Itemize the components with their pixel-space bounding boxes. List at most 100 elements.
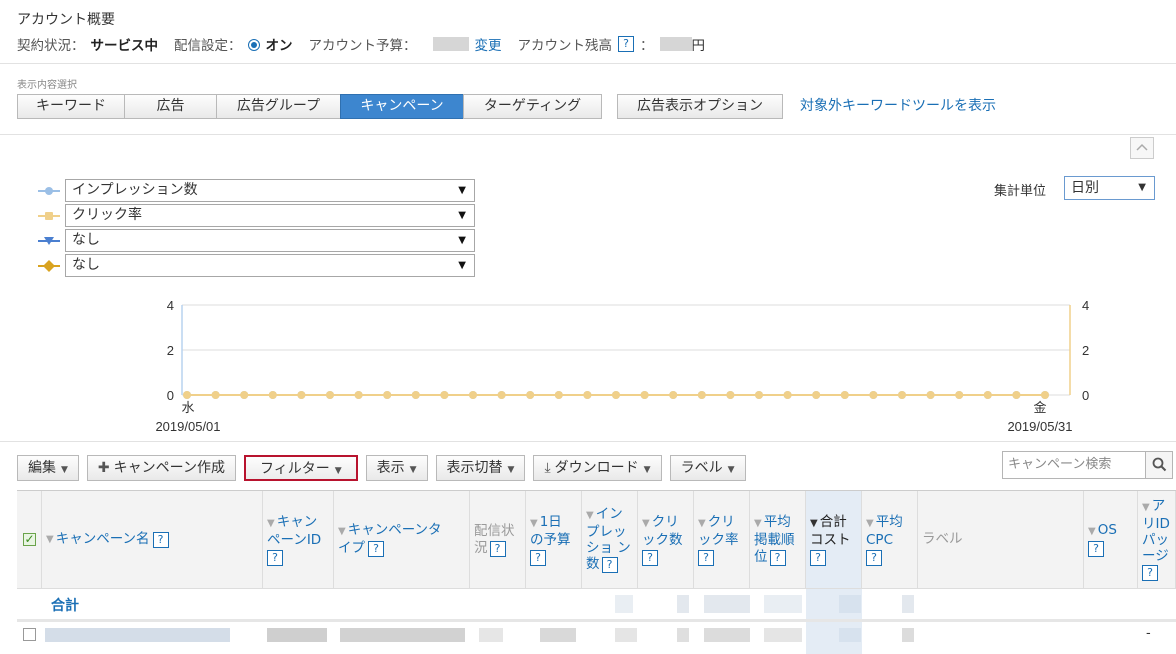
budget-change-link[interactable]: 変更 (475, 34, 502, 54)
col-avg-cpc[interactable]: ▼ 平均 CPC? (862, 491, 918, 588)
caret-down-icon: ▼ (643, 465, 651, 475)
help-icon[interactable]: ? (152, 531, 169, 548)
aggregation-unit-select[interactable]: 日別 ▼ (1064, 176, 1155, 200)
help-icon[interactable]: ? (489, 540, 506, 557)
data-point (697, 391, 706, 399)
caret-down-icon: ▼ (727, 465, 735, 475)
data-point (898, 391, 906, 399)
help-icon[interactable]: ? (769, 549, 786, 566)
metric-select-3[interactable]: なし ▼ (65, 229, 475, 252)
help-icon[interactable]: ? (810, 549, 826, 566)
totals-row: 合計 (17, 588, 1176, 619)
redacted-value (839, 628, 861, 642)
help-icon[interactable]: ? (1088, 541, 1104, 557)
sort-icon: ▼ (1088, 526, 1096, 537)
data-point (983, 391, 992, 399)
divider (0, 134, 1176, 135)
left-axis-tick: 2 (167, 343, 174, 358)
data-point (326, 391, 334, 399)
excluded-keyword-tool-link[interactable]: 対象外キーワードツールを表示 (800, 95, 996, 115)
data-point (840, 391, 849, 399)
redacted-value (902, 595, 914, 613)
tab-ad-options[interactable]: 広告表示オプション (617, 94, 783, 119)
help-icon[interactable]: ? (866, 549, 882, 566)
data-point (869, 391, 878, 399)
search-icon (1152, 457, 1166, 472)
tab-keyword[interactable]: キーワード (17, 94, 125, 119)
col-campaign-name[interactable]: ▼ キャンペーン名? (42, 491, 263, 588)
col-avg-position[interactable]: ▼ 平均 掲載順位? (750, 491, 806, 588)
select-all-header[interactable] (17, 491, 42, 588)
redacted-value (839, 595, 861, 613)
col-total-cost[interactable]: ▼ 合計 コスト? (806, 491, 862, 588)
delivery-on-radio[interactable] (247, 39, 260, 51)
col-clicks[interactable]: ▼ クリ ック数? (638, 491, 694, 588)
metric-select-2[interactable]: クリック率 ▼ (65, 204, 475, 227)
campaign-search-input[interactable]: キャンペーン検索 (1002, 451, 1146, 479)
sort-desc-icon: ▼ (810, 517, 818, 529)
right-axis-tick: 2 (1082, 343, 1089, 358)
display-switch-button[interactable]: 表示切替 ▼ (435, 455, 526, 481)
campaign-table: ▼キャンペーン名? ▼キャンペーンID? ▼キャンペーンタイプ? 配信状況? ▼… (17, 490, 1176, 654)
row-checkbox[interactable] (23, 628, 36, 641)
redacted-campaign-name[interactable] (45, 628, 230, 642)
help-icon[interactable]: ? (601, 557, 618, 573)
col-daily-budget[interactable]: ▼ 1日 の予算? (526, 491, 582, 588)
col-app-id[interactable]: ▼ アリID パッ ージ? (1138, 491, 1176, 588)
help-icon[interactable]: ? (267, 549, 283, 566)
col-campaign-type[interactable]: ▼ キャンペーンタ イプ? (334, 491, 470, 588)
x-end-day: 金 (1033, 400, 1046, 415)
redacted-budget (540, 628, 576, 642)
edit-button[interactable]: 編集 ▼ (17, 455, 79, 481)
collapse-graph-button[interactable] (1130, 137, 1154, 159)
col-ctr[interactable]: ▼ クリ ック率? (694, 491, 750, 588)
redacted-campaign-type (340, 628, 465, 642)
contract-status-label: 契約状況： (17, 38, 85, 54)
account-budget-label: アカウント予算： (308, 38, 417, 54)
data-point (211, 391, 220, 399)
help-icon[interactable]: ? (368, 541, 384, 557)
select-all-checkbox[interactable] (22, 531, 36, 548)
help-icon[interactable]: ? (1142, 565, 1158, 581)
col-campaign-id[interactable]: ▼ キャン ペーンID? (263, 491, 334, 588)
col-impressions[interactable]: ▼ イン プレッ ショ ン数? (582, 491, 638, 588)
filter-button[interactable]: フィルター ▼ (243, 455, 358, 481)
data-point (268, 391, 277, 399)
download-button[interactable]: ⤓ ダウンロード ▼ (533, 455, 662, 481)
sort-icon: ▼ (46, 534, 54, 545)
account-balance-label: アカウント残高 (517, 38, 613, 54)
square-marker-icon (38, 210, 62, 222)
help-icon[interactable]: ? (642, 549, 658, 566)
data-point (411, 391, 420, 399)
metric-select-4[interactable]: なし ▼ (65, 254, 475, 277)
data-point (583, 391, 592, 399)
help-icon[interactable]: ? (530, 549, 546, 566)
help-icon[interactable]: ? (698, 549, 714, 566)
metric-select-1[interactable]: インプレッション数 ▼ (65, 179, 475, 202)
create-campaign-button[interactable]: ✚ キャンペーン作成 (86, 455, 236, 481)
display-button[interactable]: 表示 ▼ (365, 455, 428, 481)
table-row: - (17, 619, 1176, 654)
data-point (440, 391, 449, 399)
tab-campaign[interactable]: キャンペーン (340, 94, 464, 119)
data-point (1041, 391, 1049, 399)
balance-help-icon[interactable]: ? (618, 36, 634, 52)
redacted-value (902, 628, 914, 642)
data-point (640, 391, 649, 399)
redacted-value (704, 595, 750, 613)
data-point (669, 391, 678, 399)
metric-row-3: なし ▼ (38, 229, 475, 252)
right-axis-tick: 0 (1082, 388, 1089, 403)
caret-down-icon: ▼ (409, 465, 417, 475)
tab-targeting[interactable]: ターゲティング (463, 94, 602, 119)
data-point (755, 391, 763, 399)
totals-label: 合計 (51, 598, 79, 614)
tab-adgroup[interactable]: 広告グループ (216, 94, 341, 119)
col-os[interactable]: ▼ OS? (1084, 491, 1138, 588)
col-label: ラベル (918, 491, 1084, 588)
search-button[interactable] (1145, 451, 1173, 479)
tab-ads[interactable]: 広告 (124, 94, 217, 119)
sort-icon: ▼ (530, 517, 538, 529)
label-button[interactable]: ラベル ▼ (669, 455, 746, 481)
sort-icon: ▼ (754, 517, 762, 529)
